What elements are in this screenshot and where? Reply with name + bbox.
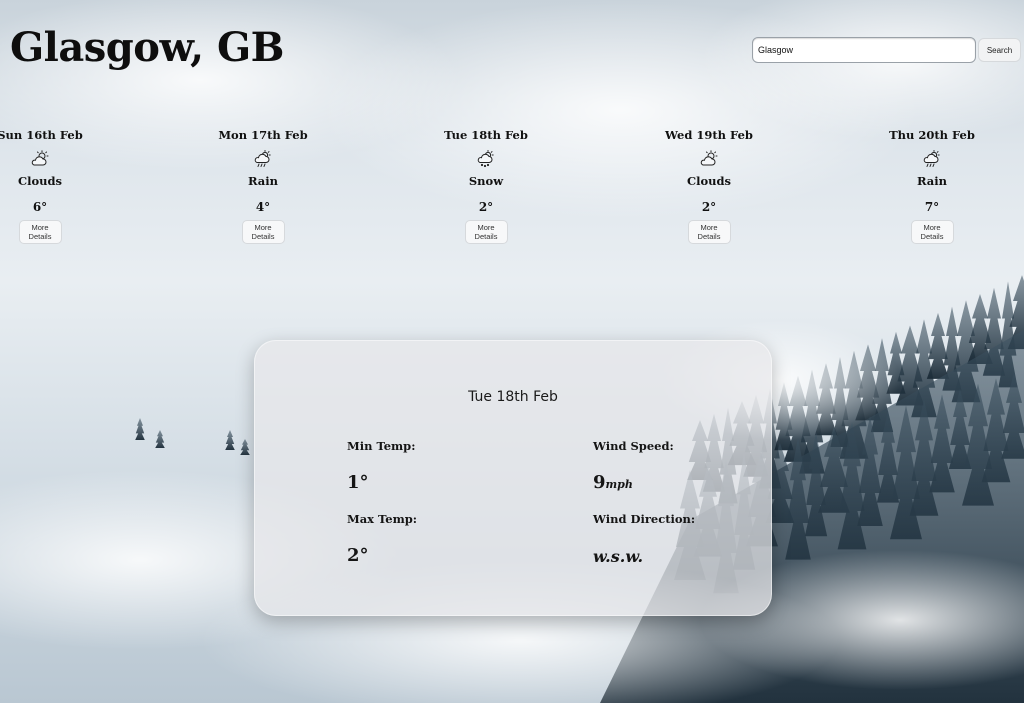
more-details-button[interactable]: More Details — [18, 220, 62, 244]
min-temp-value: 1° — [347, 472, 369, 493]
max-temp-value: 2° — [347, 545, 369, 566]
wind-speed-number: 9 — [593, 472, 606, 493]
more-details-button[interactable]: More Details — [464, 220, 508, 244]
forecast-date: Tue 18th Feb — [444, 128, 528, 142]
forecast-condition: Snow — [468, 174, 504, 188]
forecast-date: Wed 19th Feb — [665, 128, 753, 142]
search-button[interactable]: Search — [978, 38, 1021, 62]
wind-speed-unit: mph — [605, 478, 633, 491]
forecast-temp: 2° — [701, 200, 717, 214]
more-details-button[interactable]: More Details — [687, 220, 731, 244]
wind-direction-value: w.s.w. — [593, 547, 644, 566]
forecast-condition: Rain — [916, 174, 947, 188]
cloud-snow-icon — [477, 150, 494, 168]
cloud-rain-icon — [923, 150, 940, 167]
forecast-temp: 4° — [255, 200, 271, 214]
forecast-day: Thu 20th Feb Rain 7° More Details — [872, 126, 992, 244]
search-bar: Search — [752, 37, 1021, 63]
forecast-date: Sun 16th Feb — [0, 128, 83, 142]
forecast-condition: Clouds — [686, 174, 732, 188]
city-title: Glasgow, GB — [10, 24, 284, 71]
forecast-day: Tue 18th Feb Snow 2° More Details — [426, 126, 546, 244]
forecast-date: Thu 20th Feb — [889, 128, 975, 142]
cloud-rain-icon — [254, 150, 271, 167]
cloud-sun-icon — [700, 150, 718, 166]
details-date: Tue 18th Feb — [468, 389, 558, 405]
wind-direction-label: Wind Direction: — [593, 512, 696, 526]
forecast-temp: 7° — [924, 200, 940, 214]
forecast-date: Mon 17th Feb — [218, 128, 308, 142]
forecast-condition: Clouds — [17, 174, 63, 188]
max-temp-label: Max Temp: — [347, 512, 418, 526]
forecast-day: Wed 19th Feb Clouds 2° More Details — [649, 126, 769, 244]
wind-speed-value: 9mph — [593, 472, 633, 493]
forecast-day: Mon 17th Feb Rain 4° More Details — [203, 126, 323, 244]
forecast-condition: Rain — [247, 174, 278, 188]
more-details-button[interactable]: More Details — [910, 220, 954, 244]
forecast-day: Sun 16th Feb Clouds 6° More Details — [0, 126, 100, 244]
min-temp-label: Min Temp: — [347, 439, 416, 453]
more-details-button[interactable]: More Details — [241, 220, 285, 244]
forecast-temp: 6° — [32, 200, 48, 214]
wind-speed-label: Wind Speed: — [593, 439, 674, 453]
cloud-sun-icon — [31, 150, 49, 166]
search-input[interactable] — [752, 37, 976, 63]
forecast-temp: 2° — [478, 200, 494, 214]
details-card: Tue 18th Feb Min Temp: 1° Max Temp: 2° W… — [254, 340, 772, 616]
